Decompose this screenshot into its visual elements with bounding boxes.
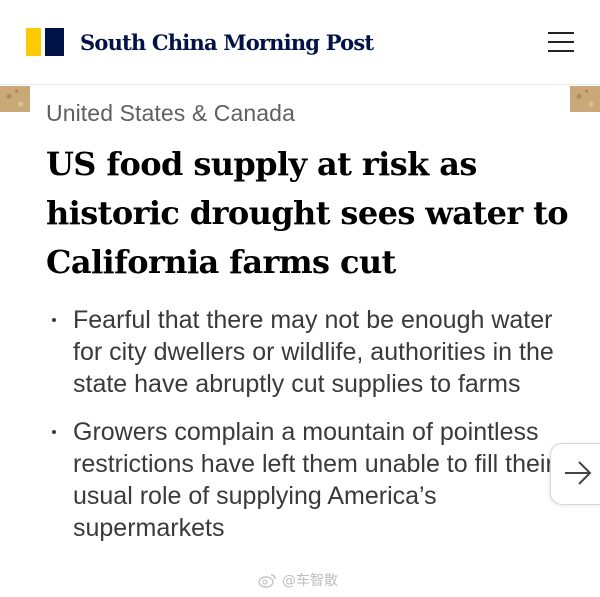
summary-bullet-text: Fearful that there may not be enough wat… (73, 306, 554, 398)
arrow-right-icon (565, 461, 592, 485)
scmp-logo-mark-icon (26, 28, 64, 56)
section-label[interactable]: United States & Canada (46, 100, 295, 127)
paper-texture-left (0, 86, 30, 112)
bullet-dot-icon (52, 430, 56, 434)
summary-bullet-text: Growers complain a mountain of pointless… (73, 418, 554, 542)
summary-bullet: Fearful that there may not be enough wat… (48, 304, 558, 400)
weibo-watermark: @车智散 (258, 570, 338, 590)
bullet-dot-icon (52, 318, 56, 322)
article-headline: US food supply at risk as historic droug… (46, 145, 569, 281)
next-article-button[interactable] (550, 443, 600, 505)
paper-texture-right (570, 86, 600, 112)
watermark-text: @车智散 (282, 573, 338, 589)
hamburger-menu-icon[interactable] (540, 28, 580, 56)
site-logo[interactable]: South China Morning Post (26, 28, 374, 56)
weibo-icon (258, 574, 276, 588)
site-header: South China Morning Post (0, 0, 600, 85)
summary-bullet: Growers complain a mountain of pointless… (48, 416, 558, 544)
logo-text: South China Morning Post (80, 29, 374, 55)
article-summary-bullets: Fearful that there may not be enough wat… (48, 304, 558, 560)
